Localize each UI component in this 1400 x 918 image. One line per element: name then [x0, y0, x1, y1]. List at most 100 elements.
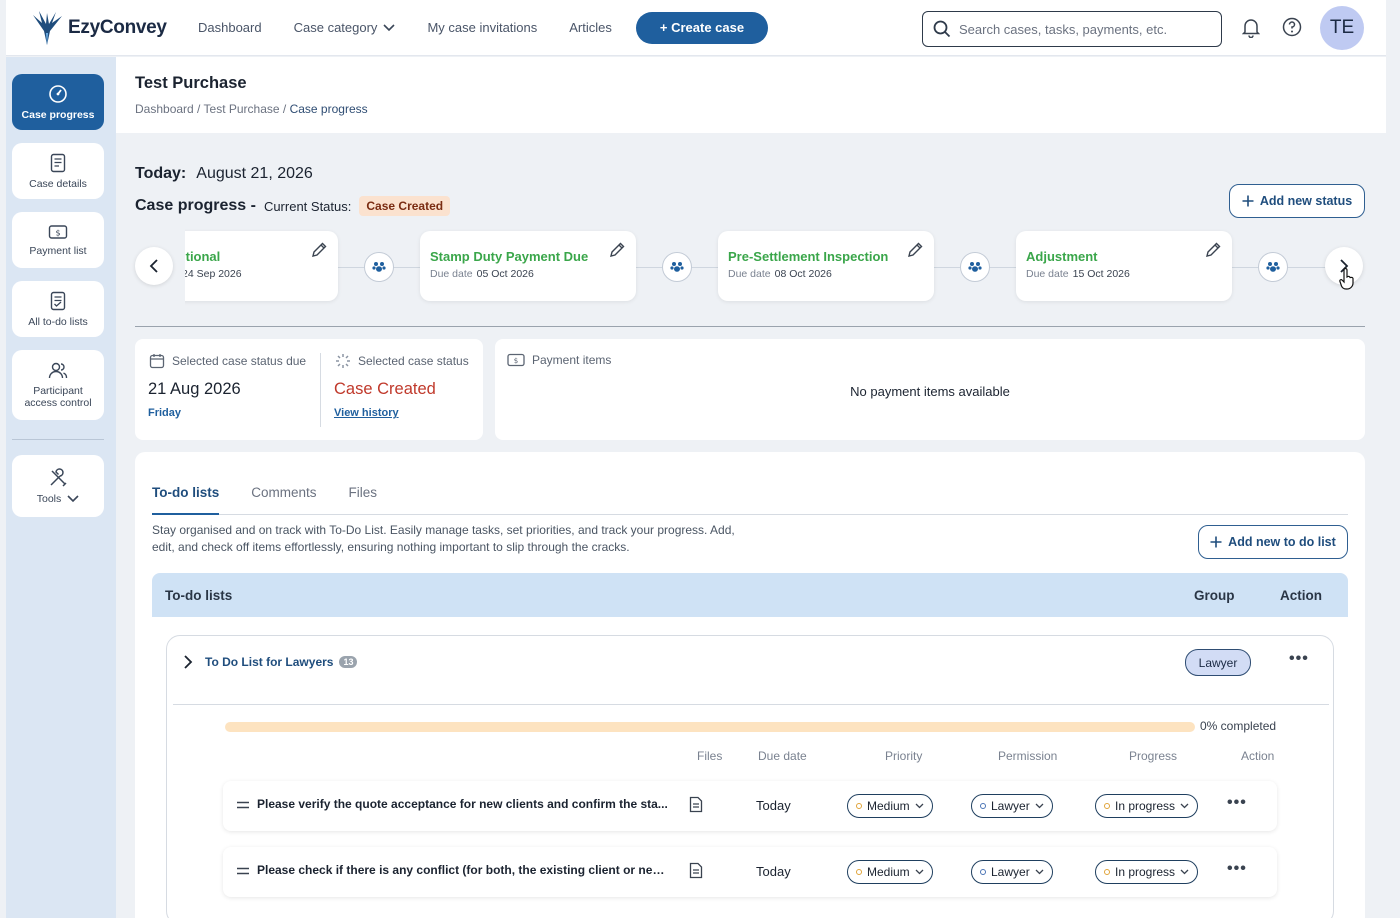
checklist-icon — [50, 291, 66, 310]
timeline-card[interactable]: Adjustment Due date 15 Oct 2026 — [1016, 231, 1232, 301]
chevron-right-icon[interactable] — [183, 655, 193, 669]
app-logo[interactable]: EzyConvey — [30, 9, 180, 47]
progress-dot — [1104, 803, 1110, 809]
pencil-icon[interactable] — [906, 241, 924, 259]
pencil-icon[interactable] — [310, 241, 328, 259]
sidebar-item-case-progress[interactable]: Case progress — [12, 74, 104, 130]
pencil-icon[interactable] — [608, 241, 626, 259]
sidebar-item-label: Participant access control — [24, 384, 92, 409]
sidebar-item-case-details[interactable]: Case details — [12, 143, 104, 199]
breadcrumb: Dashboard / Test Purchase / Case progres… — [135, 102, 368, 116]
payment-items-label: Payment items — [532, 353, 612, 367]
sidebar-item-label: Tools — [36, 492, 62, 505]
sidebar-item-label: All to-do lists — [28, 315, 88, 328]
status-due-label: Selected case status due — [172, 354, 307, 368]
progress-select[interactable]: In progress — [1095, 860, 1199, 884]
add-new-status-label: Add new status — [1259, 194, 1353, 208]
col-progress: Progress — [1129, 749, 1178, 763]
drag-handle-icon[interactable] — [237, 867, 249, 875]
timeline-prev-button[interactable] — [135, 247, 173, 285]
tab-todo-lists[interactable]: To-do lists — [152, 485, 220, 515]
sidebar-item-tools[interactable]: Tools — [12, 455, 104, 517]
task-due: Today — [756, 798, 791, 813]
timeline-card-due: Due date 15 Oct 2026 — [1026, 268, 1222, 280]
payment-items-label-row: $ Payment items — [507, 353, 611, 367]
add-todo-list-label: Add new to do list — [1228, 535, 1336, 549]
priority-dot — [856, 803, 862, 809]
help-icon[interactable] — [1282, 17, 1302, 37]
timeline-card-name: Adjustment — [1026, 249, 1098, 264]
document-icon — [50, 153, 66, 172]
create-case-button[interactable]: + Create case — [635, 11, 769, 44]
todo-group-title[interactable]: To Do List for Lawyers 13 — [205, 655, 358, 669]
nav-my-case-invitations[interactable]: My case invitations — [427, 20, 537, 35]
file-icon[interactable] — [689, 862, 703, 879]
sidebar-divider — [12, 439, 104, 440]
group-progress-bar — [225, 722, 1195, 732]
payment-empty-message: No payment items available — [850, 384, 1010, 399]
sidebar-item-label: Case details — [29, 177, 87, 190]
timeline-node[interactable] — [662, 252, 692, 282]
timeline-track: itional 24 Sep 2026 Stamp Duty Payment D… — [185, 229, 1325, 309]
sidebar-item-payment-list[interactable]: $ Payment list — [12, 212, 104, 268]
nav-case-category[interactable]: Case category — [294, 20, 396, 35]
sidebar: Case progress Case details $ Payment lis… — [6, 57, 116, 918]
permission-value: Lawyer — [991, 865, 1030, 879]
timeline-node[interactable] — [1258, 252, 1288, 282]
svg-text:$: $ — [514, 357, 518, 365]
paw-icon — [372, 262, 386, 272]
view-history-link[interactable]: View history — [334, 407, 399, 419]
user-avatar[interactable]: TE — [1320, 6, 1364, 50]
svg-text:$: $ — [55, 228, 60, 237]
progress-select[interactable]: In progress — [1095, 794, 1199, 818]
timeline-card-due-date: 05 Oct 2026 — [476, 268, 534, 280]
group-more-icon[interactable]: ••• — [1289, 650, 1309, 668]
tab-files[interactable]: Files — [349, 485, 378, 515]
timeline-card[interactable]: itional 24 Sep 2026 — [185, 231, 338, 301]
group-divider — [173, 704, 1329, 705]
timeline-card-due: 24 Sep 2026 — [185, 268, 328, 280]
table-row[interactable]: Please check if there is any conflict (f… — [223, 847, 1277, 897]
timeline-node[interactable] — [960, 252, 990, 282]
add-new-status-button[interactable]: Add new status — [1229, 184, 1365, 218]
add-todo-list-button[interactable]: Add new to do list — [1198, 525, 1348, 559]
money-icon: $ — [48, 224, 68, 239]
task-title[interactable]: Please verify the quote acceptance for n… — [257, 797, 669, 811]
nav-dashboard[interactable]: Dashboard — [198, 20, 262, 35]
sidebar-item-label: Case progress — [21, 108, 95, 121]
paw-icon — [670, 262, 684, 272]
permission-select[interactable]: Lawyer — [971, 860, 1053, 884]
sidebar-item-participant-access-control[interactable]: Participant access control — [12, 350, 104, 420]
breadcrumb-dashboard[interactable]: Dashboard — [135, 102, 194, 116]
tab-comments[interactable]: Comments — [251, 485, 316, 515]
timeline-node[interactable] — [364, 252, 394, 282]
todo-description: Stay organised and on track with To-Do L… — [152, 523, 735, 554]
task-more-icon[interactable]: ••• — [1227, 794, 1247, 812]
status-due-label-row: Selected case status due — [149, 353, 306, 369]
table-row[interactable]: Please verify the quote acceptance for n… — [223, 781, 1277, 831]
drag-handle-icon[interactable] — [237, 801, 249, 809]
task-more-icon[interactable]: ••• — [1227, 860, 1247, 878]
search-input[interactable] — [959, 21, 1199, 37]
permission-select[interactable]: Lawyer — [971, 794, 1053, 818]
breadcrumb-test-purchase[interactable]: Test Purchase — [204, 102, 280, 116]
status-value-label-row: Selected case status — [335, 353, 469, 369]
phoenix-logo-icon — [33, 10, 62, 45]
timeline-card[interactable]: Pre-Settlement Inspection Due date 08 Oct… — [718, 231, 934, 301]
pencil-icon[interactable] — [1204, 241, 1222, 259]
group-progress-label: 0% completed — [1200, 719, 1277, 733]
sidebar-item-all-todo-lists[interactable]: All to-do lists — [12, 281, 104, 337]
bell-icon[interactable] — [1242, 18, 1260, 38]
task-title[interactable]: Please check if there is any conflict (f… — [257, 863, 669, 877]
money-icon: $ — [507, 353, 525, 367]
status-badge: Case Created — [359, 196, 451, 216]
payment-items-card: $ Payment items No payment items availab… — [495, 339, 1365, 440]
priority-select[interactable]: Medium — [847, 860, 933, 884]
permission-dot — [980, 803, 986, 809]
sidebar-tools-label: Tools — [37, 493, 80, 505]
priority-select[interactable]: Medium — [847, 794, 933, 818]
todo-tabs: To-do lists Comments Files — [152, 485, 1348, 515]
nav-articles[interactable]: Articles — [569, 20, 612, 35]
file-icon[interactable] — [689, 796, 703, 813]
timeline-card[interactable]: Stamp Duty Payment Due Due date 05 Oct 20… — [420, 231, 636, 301]
